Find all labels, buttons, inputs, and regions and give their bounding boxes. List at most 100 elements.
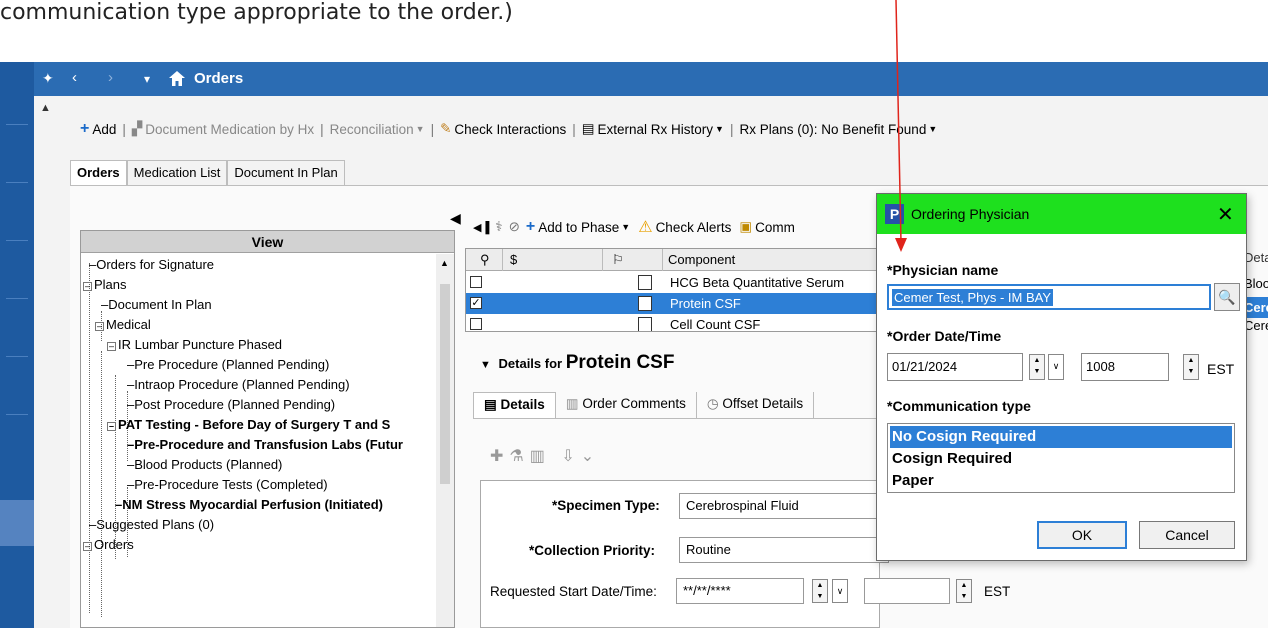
table-row[interactable]: Cell Count CSF (466, 314, 876, 331)
left-nav-stripe (0, 62, 34, 628)
tree-item-document-in-plan[interactable]: –Document In Plan (101, 295, 212, 315)
collapse-icon[interactable]: – (107, 422, 116, 431)
cancel-order-icon[interactable]: ⊘ (509, 219, 520, 235)
date-spinner[interactable]: ▲ ▼ (812, 579, 828, 603)
dropdown-icon[interactable]: ⌄ (581, 448, 600, 465)
left-nav-selected-block[interactable] (0, 500, 34, 546)
tree-item-blood-products[interactable]: –Blood Products (Planned) (127, 455, 282, 475)
details-heading: ▼ Details for Protein CSF (480, 352, 674, 374)
pin-icon[interactable]: ✦ (42, 70, 54, 87)
requested-start-date-field[interactable]: **/**/**** (676, 578, 804, 604)
specimen-type-label: *Specimen Type: (552, 498, 660, 513)
scroll-up-arrow-icon[interactable]: ▲ (440, 258, 449, 268)
cancel-button[interactable]: Cancel (1139, 521, 1235, 549)
dialog-title-bar[interactable]: P Ordering Physician ✕ (877, 194, 1246, 234)
add-icon[interactable]: ✚ (490, 448, 509, 465)
view-scrollbar[interactable]: ▲ (436, 254, 454, 627)
physician-name-input[interactable]: Cemer Test, Phys - IM BAY (887, 284, 1211, 310)
specimen-type-field[interactable]: Cerebrospinal Fluid (679, 493, 889, 519)
communication-type-list[interactable]: No Cosign Required Cosign Required Paper (887, 423, 1235, 493)
order-date-spinner[interactable]: ▲ ▼ (1029, 354, 1045, 380)
scroll-up-icon[interactable]: ▲ (40, 102, 51, 114)
tab-medication-list[interactable]: Medication List (126, 160, 228, 186)
collection-priority-field[interactable]: Routine (679, 537, 889, 563)
comm-option-paper[interactable]: Paper (890, 470, 1232, 492)
rx-plans-button[interactable]: Rx Plans (0): No Benefit Found (739, 122, 926, 137)
order-time-field[interactable]: 1008 (1081, 353, 1169, 381)
tree-item-orders[interactable]: – Orders (83, 535, 134, 555)
forward-button[interactable]: › (108, 69, 113, 86)
order-checkbox[interactable] (470, 276, 482, 288)
check-interactions-icon: ✎ (440, 121, 452, 136)
tree-item-nm-stress[interactable]: –NM Stress Myocardial Perfusion (Initiat… (115, 495, 383, 515)
collapse-icon[interactable]: ◀▐ (473, 221, 489, 234)
reconciliation-button[interactable]: Reconciliation (330, 122, 414, 137)
grid-header-component[interactable]: Component (668, 252, 735, 267)
scroll-thumb[interactable] (440, 284, 450, 484)
order-icon (638, 317, 652, 331)
tree-item-pre-procedure-tests[interactable]: –Pre-Procedure Tests (Completed) (127, 475, 328, 495)
tree-item-post-procedure[interactable]: –Post Procedure (Planned Pending) (127, 395, 335, 415)
tab-order-comments[interactable]: ▥ Order Comments (556, 392, 697, 418)
date-dropdown-icon[interactable]: ∨ (832, 579, 848, 603)
comm-option-no-cosign[interactable]: No Cosign Required (890, 426, 1232, 448)
pill-icon[interactable]: ⚕ (495, 219, 502, 235)
tab-offset-details[interactable]: ◷ Offset Details (697, 392, 815, 418)
check-alerts-button[interactable]: Check Alerts (656, 220, 732, 235)
tree-item-medical[interactable]: – Medical (95, 315, 151, 335)
time-spinner[interactable]: ▲ ▼ (956, 579, 972, 603)
tree-item-pat-testing[interactable]: – PAT Testing - Before Day of Surgery T a… (107, 415, 390, 435)
search-icon[interactable]: 🔍 (1214, 283, 1240, 311)
collapse-icon[interactable]: – (107, 342, 116, 351)
tree-item-ir-lumbar-puncture[interactable]: – IR Lumbar Puncture Phased (107, 335, 282, 355)
home-icon[interactable] (168, 70, 186, 90)
tree-item-plans[interactable]: – Plans (83, 275, 127, 295)
left-nav-item[interactable] (6, 298, 28, 299)
add-to-phase-button[interactable]: Add to Phase (538, 220, 619, 235)
order-checkbox[interactable] (470, 318, 482, 330)
ok-button[interactable]: OK (1037, 521, 1127, 549)
table-row[interactable]: HCG Beta Quantitative Serum (466, 272, 876, 293)
close-icon[interactable]: ✕ (1217, 202, 1234, 227)
left-nav-item[interactable] (6, 124, 28, 125)
tab-document-in-plan[interactable]: Document In Plan (227, 160, 345, 186)
left-nav-item[interactable] (6, 240, 28, 241)
external-rx-history-button[interactable]: External Rx History (598, 122, 714, 137)
add-button[interactable]: Add (92, 122, 116, 137)
requested-start-time-field[interactable] (864, 578, 950, 604)
tree-item-intraop-procedure[interactable]: –Intraop Procedure (Planned Pending) (127, 375, 350, 395)
chart-icon[interactable]: ▥ (530, 448, 551, 465)
collapse-icon[interactable]: – (95, 322, 104, 331)
move-down-icon[interactable]: ⇩ (561, 448, 580, 465)
collapse-icon[interactable]: – (83, 542, 92, 551)
collapse-icon[interactable]: – (83, 282, 92, 291)
left-nav-item[interactable] (6, 182, 28, 183)
back-button[interactable]: ‹ (72, 69, 77, 86)
collapse-panel-icon[interactable]: ◀ (450, 210, 461, 227)
menu-dropdown-button[interactable]: ▾ (144, 72, 150, 86)
comments-button[interactable]: Comm (755, 220, 795, 235)
order-time-spinner[interactable]: ▲ ▼ (1183, 354, 1199, 380)
tab-details[interactable]: ▤ Details (473, 392, 556, 418)
expand-details-icon[interactable]: ▼ (480, 359, 491, 371)
order-date-dropdown-icon[interactable]: ∨ (1048, 354, 1064, 380)
comm-option-cosign[interactable]: Cosign Required (890, 448, 1232, 470)
page-title: Orders (194, 70, 244, 87)
document-medication-button[interactable]: Document Medication by Hx (145, 122, 314, 137)
tab-orders[interactable]: Orders (70, 160, 127, 186)
pill-icon[interactable]: ⚗ (509, 448, 529, 465)
external-rx-history-icon: ▤ (581, 121, 595, 136)
order-icon (638, 275, 652, 290)
table-row[interactable]: ✓ Protein CSF (466, 293, 876, 314)
tree-item-orders-for-signature[interactable]: –Orders for Signature (89, 255, 214, 275)
tree-item-suggested-plans[interactable]: –Suggested Plans (0) (89, 515, 214, 535)
order-checkbox[interactable]: ✓ (470, 297, 482, 309)
check-interactions-button[interactable]: Check Interactions (454, 122, 566, 137)
tree-item-pre-procedure[interactable]: –Pre Procedure (Planned Pending) (127, 355, 329, 375)
chevron-down-icon: ▼ (928, 124, 938, 134)
left-nav-item[interactable] (6, 414, 28, 415)
order-date-field[interactable]: 01/21/2024 (887, 353, 1023, 381)
grid-header-cost[interactable]: $ (510, 252, 517, 267)
tree-item-pre-procedure-transfusion-labs[interactable]: –Pre-Procedure and Transfusion Labs (Fut… (127, 435, 403, 455)
left-nav-item[interactable] (6, 356, 28, 357)
